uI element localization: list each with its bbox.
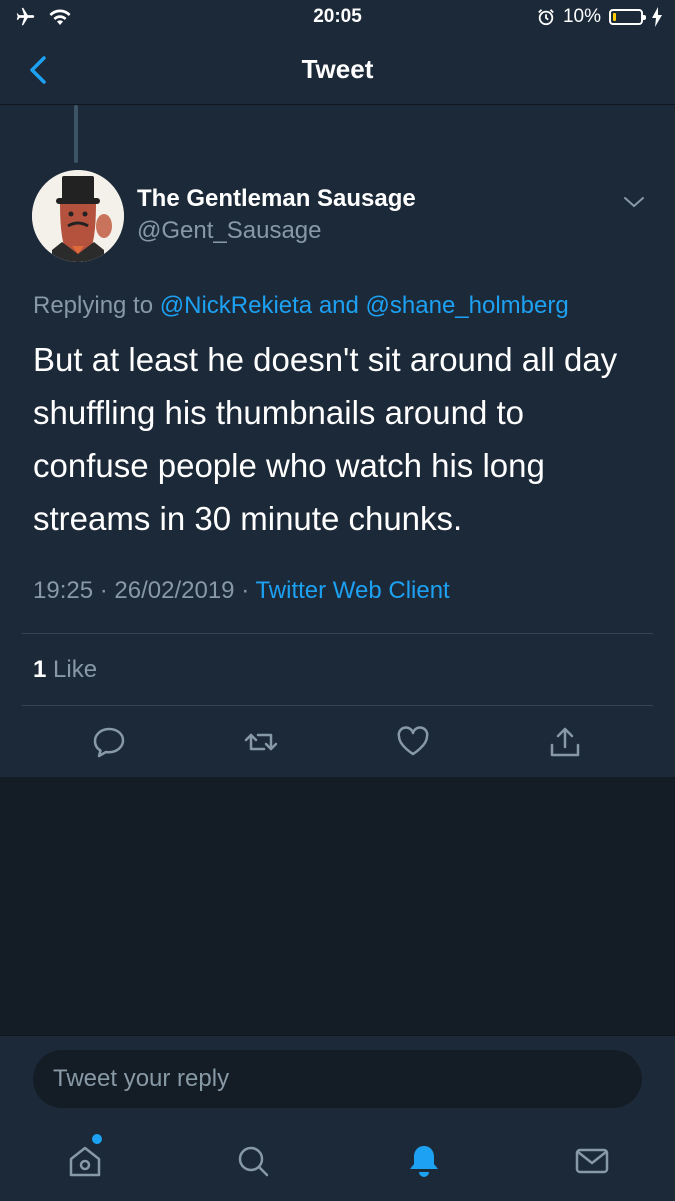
search-icon[interactable] xyxy=(233,1141,273,1181)
charging-icon xyxy=(652,7,662,27)
tweet-text: But at least he doesn't sit around all d… xyxy=(33,341,618,537)
avatar[interactable] xyxy=(32,170,124,262)
battery-icon xyxy=(609,9,646,25)
unread-dot xyxy=(92,1134,102,1144)
divider xyxy=(22,705,653,706)
like-count-label: Like xyxy=(53,656,98,683)
battery-level xyxy=(613,13,616,21)
tweet-detail: The Gentleman Sausage @Gent_Sausage Repl… xyxy=(0,105,675,777)
notifications-icon[interactable] xyxy=(404,1141,444,1181)
replying-prefix: Replying to xyxy=(33,292,154,319)
top-bar: 20:05 10% Tweet xyxy=(0,0,675,105)
status-bar: 20:05 10% xyxy=(0,0,675,36)
page-title: Tweet xyxy=(301,54,374,84)
chevron-down-icon[interactable] xyxy=(622,193,646,211)
mention-link-1[interactable]: @NickRekieta xyxy=(160,292,312,319)
tweet-date: 26/02/2019 xyxy=(114,577,235,604)
thread-connector xyxy=(74,105,78,163)
home-icon[interactable] xyxy=(65,1141,105,1181)
tweet-client[interactable]: Twitter Web Client xyxy=(255,577,449,604)
reply-icon[interactable] xyxy=(92,725,126,759)
status-right: 10% xyxy=(537,6,663,28)
like-icon[interactable] xyxy=(396,725,430,759)
retweet-icon[interactable] xyxy=(244,725,278,759)
meta-separator: · xyxy=(99,577,108,604)
bottom-bar: Tweet your reply xyxy=(0,1035,675,1201)
author-handle[interactable]: @Gent_Sausage xyxy=(137,217,322,245)
like-count-number: 1 xyxy=(33,656,47,683)
replying-to: Replying to @NickRekieta and @shane_holm… xyxy=(33,292,569,320)
divider xyxy=(22,633,653,634)
likes-count[interactable]: 1 Like xyxy=(33,656,97,684)
nav-bar: Tweet xyxy=(0,36,675,104)
share-icon[interactable] xyxy=(548,725,582,759)
mention-link-2[interactable]: @shane_holmberg xyxy=(366,292,569,319)
alarm-icon xyxy=(538,9,554,26)
mention-joiner[interactable]: and xyxy=(319,292,359,319)
reply-input[interactable]: Tweet your reply xyxy=(33,1050,642,1108)
meta-separator: · xyxy=(241,577,250,604)
messages-icon[interactable] xyxy=(572,1141,612,1181)
tweet-meta: 19:25 · 26/02/2019 · Twitter Web Client xyxy=(33,577,450,605)
battery-percent: 10% xyxy=(562,6,601,27)
author-name[interactable]: The Gentleman Sausage xyxy=(137,185,416,213)
tweet-time: 19:25 xyxy=(33,577,94,604)
